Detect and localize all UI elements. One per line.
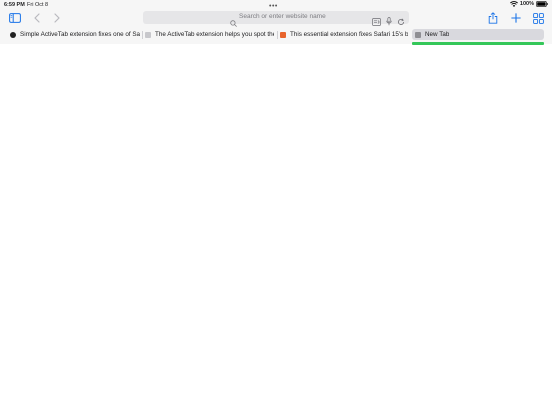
forward-icon	[54, 13, 60, 23]
tab-3-title: New Tab	[425, 31, 450, 38]
share-icon	[488, 12, 498, 24]
plus-icon	[511, 13, 521, 23]
back-icon	[34, 13, 40, 23]
address-bar[interactable]: Search or enter website name	[143, 11, 409, 27]
tab-1[interactable]: The ActiveTab extension helps you spot t…	[142, 29, 274, 40]
tab-2-favicon	[280, 31, 286, 38]
battery-percent: 100%	[519, 1, 534, 7]
new-tab-button[interactable]	[509, 11, 523, 25]
tab-0[interactable]: Simple ActiveTab extension fixes one of …	[7, 29, 140, 40]
tab-0-title: Simple ActiveTab extension fixes one of …	[20, 31, 140, 38]
status-date: Fri Oct 8	[27, 2, 49, 8]
forward-button[interactable]	[50, 11, 64, 25]
tab-0-favicon	[10, 31, 16, 38]
tab-1-title: The ActiveTab extension helps you spot t…	[155, 31, 274, 38]
tab-overview-icon	[532, 12, 544, 24]
sidebar-button[interactable]	[8, 11, 22, 25]
status-right: 100%	[510, 1, 548, 7]
tab-1-favicon	[145, 31, 151, 38]
tab-overview-button[interactable]	[531, 11, 545, 25]
tab-bar: Simple ActiveTab extension fixes one of …	[0, 29, 552, 42]
tab-3-active[interactable]: New Tab	[412, 29, 544, 40]
share-button[interactable]	[486, 11, 500, 25]
address-placeholder[interactable]: Search or enter website name	[239, 13, 326, 20]
tab-3-favicon	[415, 31, 421, 38]
wifi-icon	[510, 1, 518, 7]
battery-icon	[536, 1, 548, 7]
web-content-area[interactable]	[0, 45, 552, 414]
tab-2-title: This essential extension fixes Safari 15…	[290, 31, 409, 38]
status-time: 6:59 PM	[4, 2, 25, 8]
sidebar-icon	[9, 13, 21, 23]
back-button[interactable]	[30, 11, 44, 25]
tab-2[interactable]: This essential extension fixes Safari 15…	[277, 29, 409, 40]
